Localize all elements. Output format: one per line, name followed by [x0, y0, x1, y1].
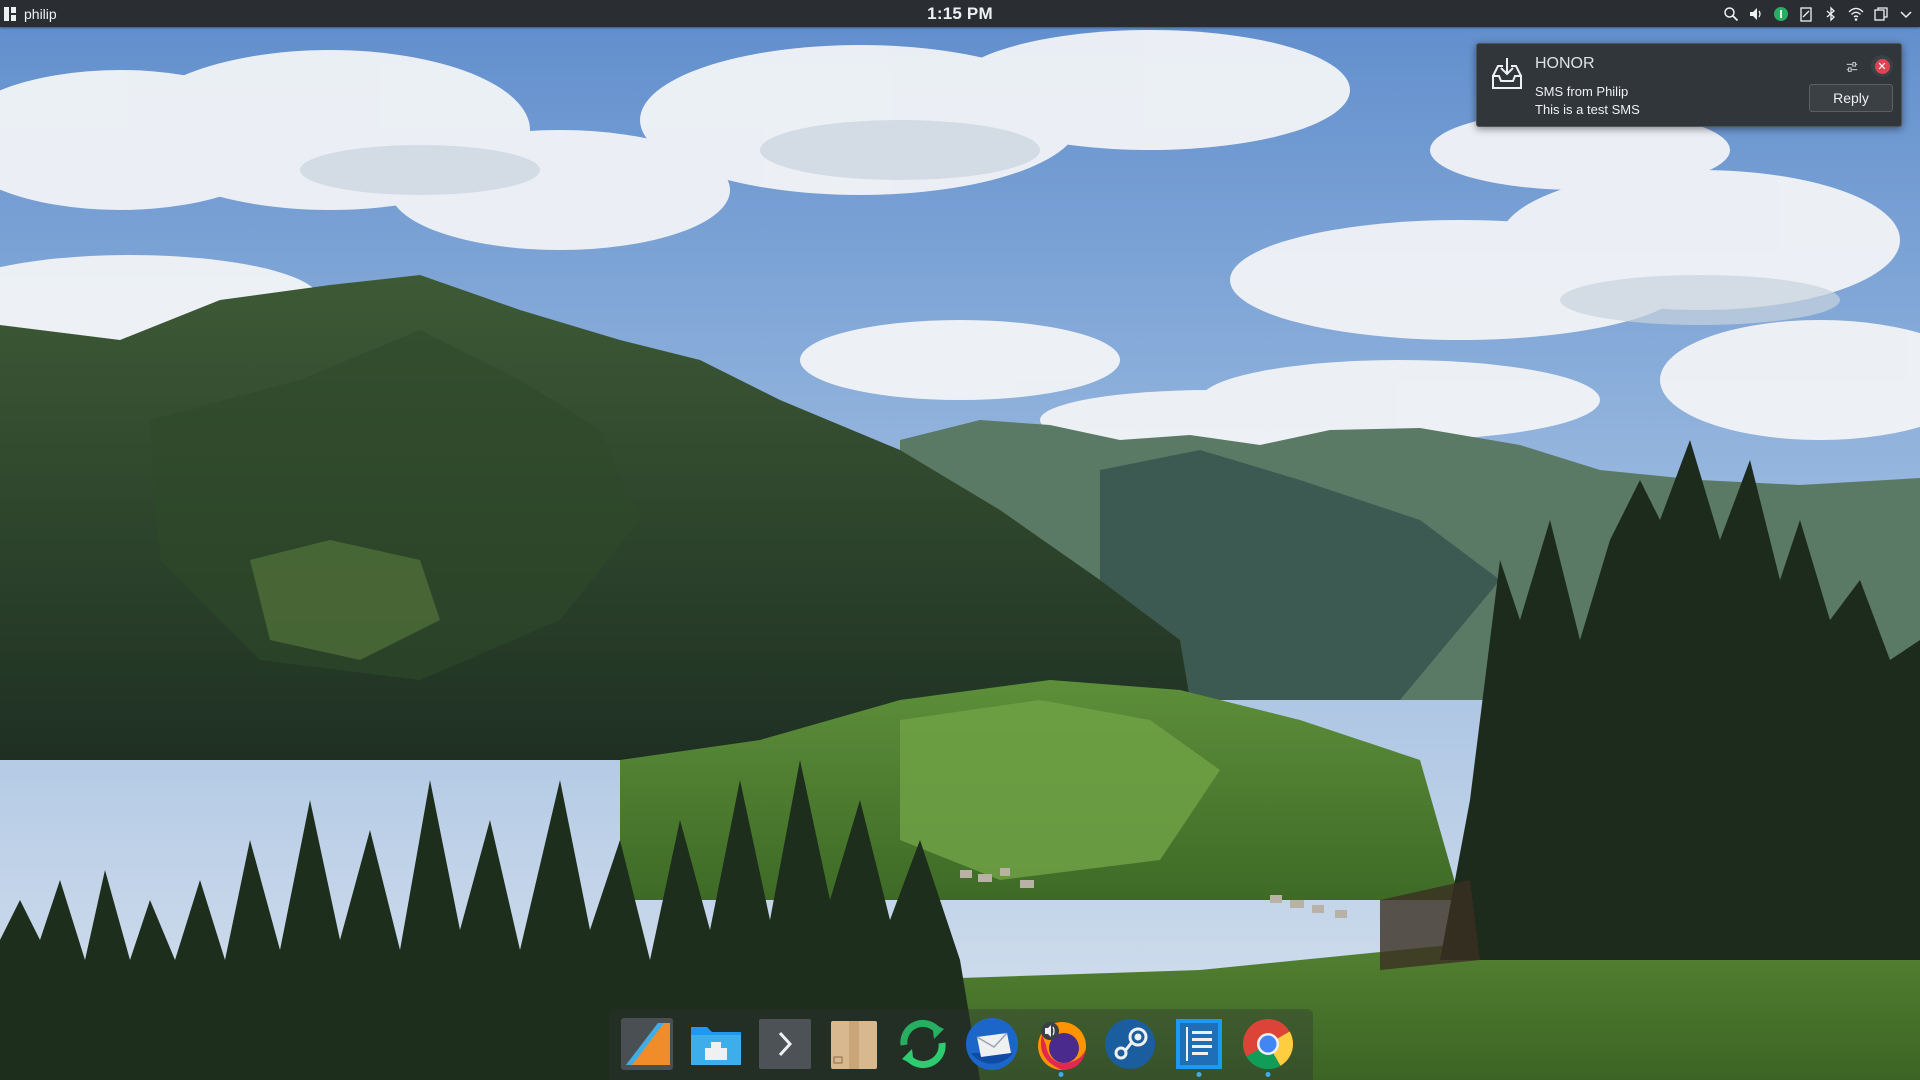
running-indicator [1196, 1072, 1201, 1077]
notifications-icon[interactable] [1873, 6, 1889, 22]
clock[interactable]: 1:15 PM [927, 4, 993, 24]
search-icon[interactable] [1723, 6, 1739, 22]
user-label: philip [24, 5, 57, 22]
terminal-icon [758, 1018, 811, 1069]
clipboard-icon[interactable] [1798, 6, 1814, 22]
system-tray [1723, 0, 1914, 27]
notification-close-button[interactable]: ✕ [1871, 55, 1893, 77]
folder-icon [690, 1026, 741, 1065]
bluetooth-icon[interactable] [1823, 5, 1839, 22]
chrome-icon [1242, 1018, 1293, 1069]
desktop[interactable]: philip 1:15 PM HONOR SMS from Philip Thi… [0, 0, 1920, 1080]
kdeconnect-icon[interactable] [1773, 6, 1789, 22]
dock-item-notes[interactable] [1169, 1013, 1228, 1077]
dock-item-steam[interactable] [1100, 1013, 1159, 1074]
dock-item-archive-manager[interactable] [824, 1013, 883, 1074]
dock [609, 1009, 1313, 1080]
sync-icon [899, 1019, 946, 1068]
sublime-icon [620, 1017, 673, 1070]
notification-reply-button[interactable]: Reply [1809, 84, 1893, 112]
dock-item-firefox[interactable] [1031, 1013, 1090, 1077]
notification-popup[interactable]: HONOR SMS from Philip This is a test SMS… [1476, 43, 1902, 127]
wifi-icon[interactable] [1848, 6, 1864, 22]
close-icon: ✕ [1874, 58, 1890, 74]
dock-item-chrome[interactable] [1238, 1013, 1297, 1077]
dock-item-text-editor[interactable] [617, 1013, 676, 1074]
running-indicator [1058, 1072, 1063, 1077]
notification-body: This is a test SMS [1535, 102, 1640, 117]
wallpaper [0, 0, 1920, 1080]
launcher-icon [4, 6, 18, 21]
mail-icon [965, 1017, 1018, 1070]
dock-item-sync[interactable] [893, 1013, 952, 1074]
running-indicator [1265, 1072, 1270, 1077]
application-launcher-button[interactable]: philip [0, 0, 57, 27]
notification-configure-button[interactable] [1841, 56, 1863, 78]
volume-icon[interactable] [1748, 6, 1764, 22]
expand-tray-icon[interactable] [1898, 6, 1914, 22]
package-icon [830, 1020, 877, 1069]
firefox-icon [1037, 1021, 1086, 1070]
notes-icon [1175, 1018, 1222, 1069]
dock-item-terminal[interactable] [755, 1013, 814, 1074]
steam-icon [1104, 1018, 1155, 1069]
notification-summary: SMS from Philip [1535, 84, 1629, 99]
dock-item-mail[interactable] [962, 1013, 1021, 1074]
top-panel: philip 1:15 PM [0, 0, 1920, 27]
device-inbox-icon [1487, 54, 1527, 94]
configure-icon [1846, 62, 1858, 72]
notification-app-name: HONOR [1535, 55, 1595, 72]
dock-item-file-manager[interactable] [686, 1013, 745, 1074]
